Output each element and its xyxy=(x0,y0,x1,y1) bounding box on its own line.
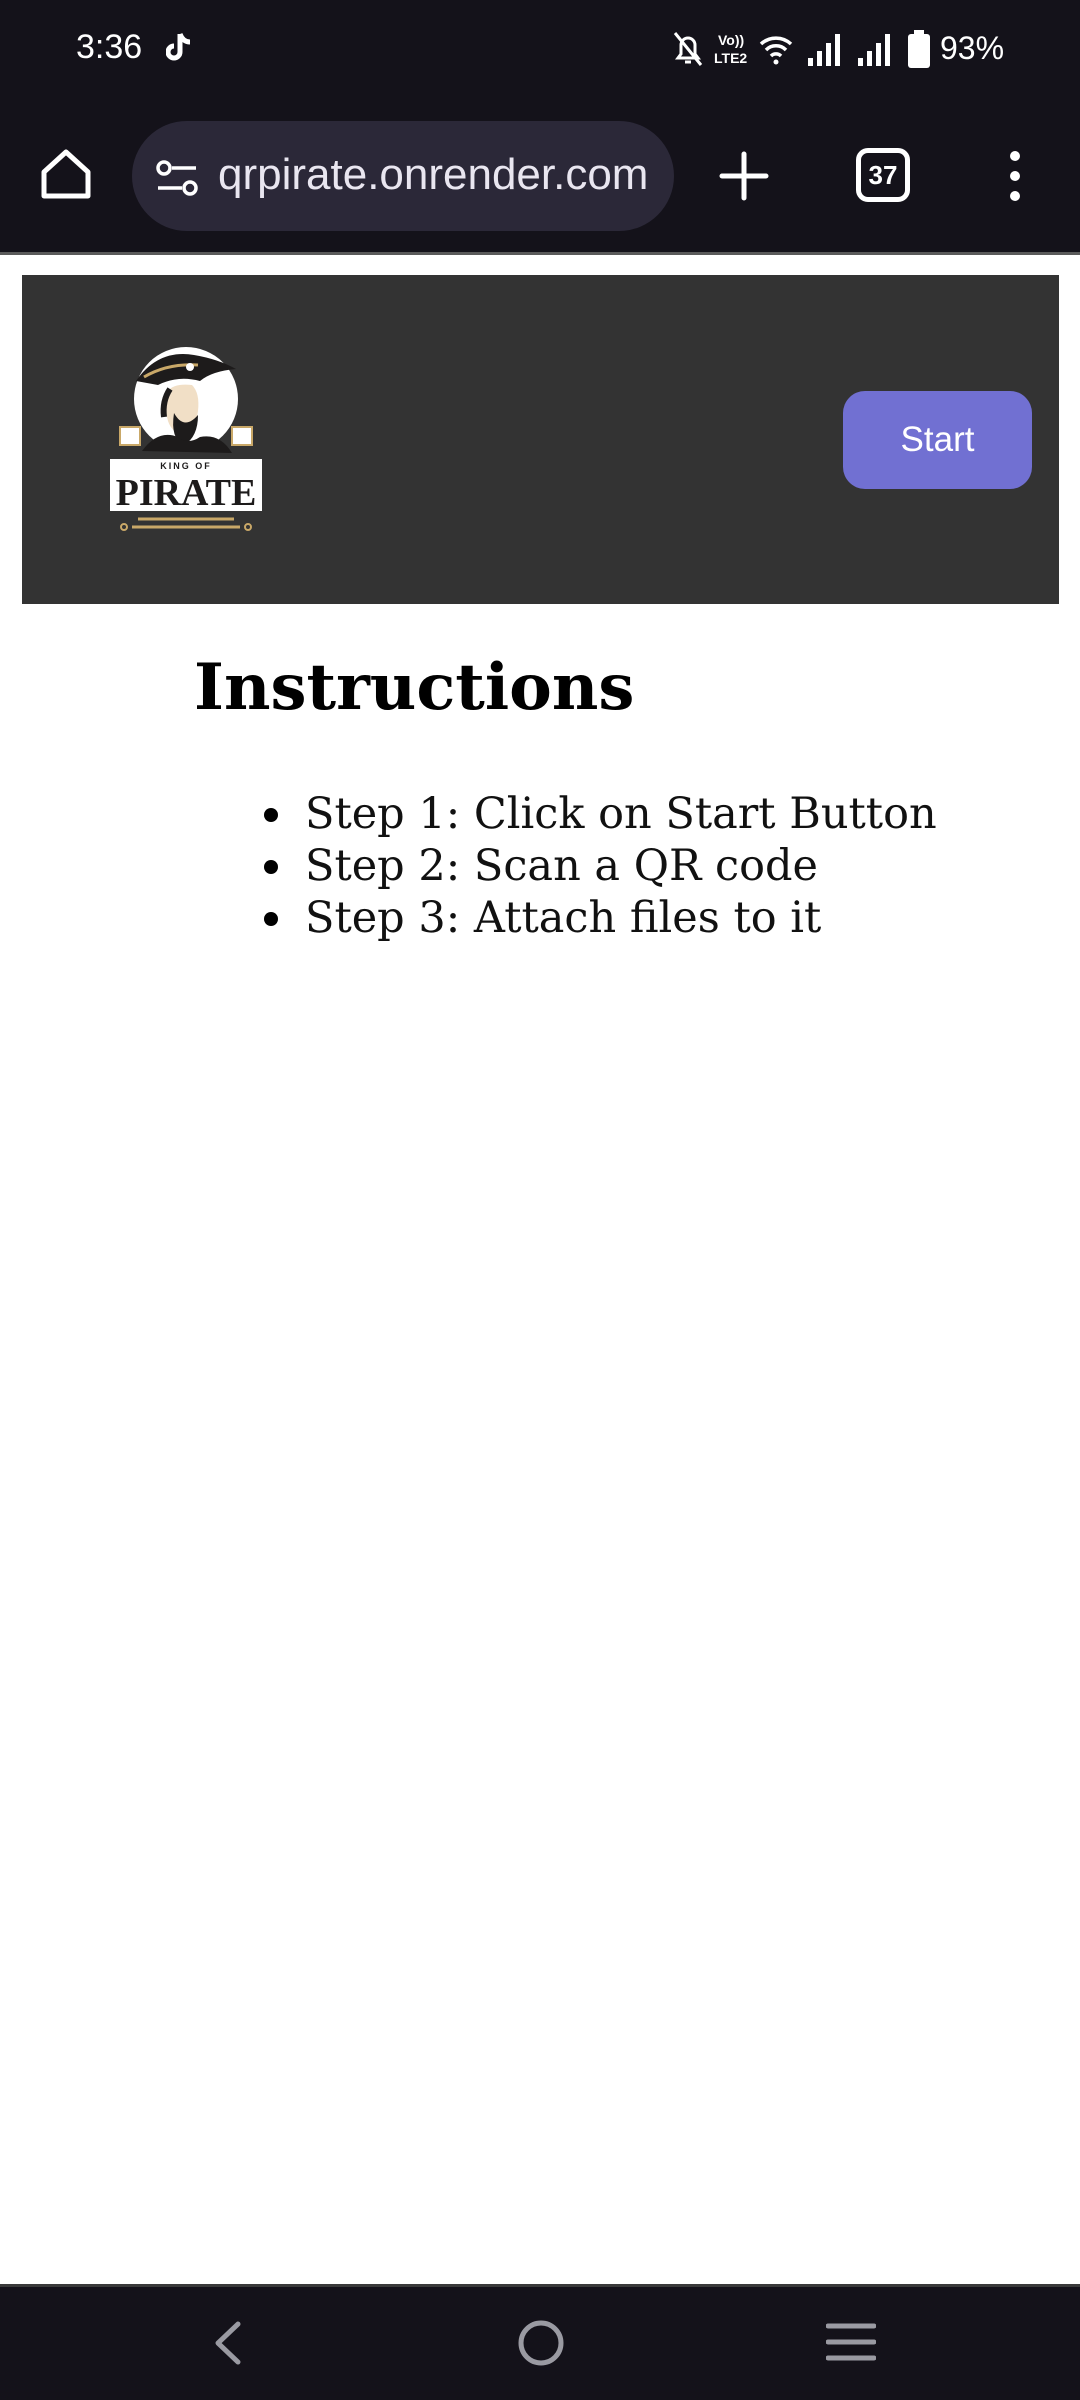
mute-bell-icon xyxy=(673,32,703,66)
step-text: Step 1: Click on Start Button xyxy=(305,789,937,839)
home-icon[interactable] xyxy=(36,144,96,204)
svg-text:LTE2: LTE2 xyxy=(714,50,747,66)
circle-home-icon[interactable] xyxy=(516,2318,566,2368)
instructions-heading: Instructions xyxy=(194,650,635,725)
pirate-logo[interactable]: KING OF PIRATE xyxy=(108,341,264,539)
battery-percent: 93% xyxy=(940,30,1005,66)
status-bar: 3:36 Vo)) LTE2 93% xyxy=(0,0,1080,100)
svg-text:KING OF: KING OF xyxy=(160,461,212,471)
recents-icon[interactable] xyxy=(826,2320,876,2364)
status-time: 3:36 xyxy=(76,28,143,66)
tiktok-icon xyxy=(166,33,191,61)
start-button[interactable]: Start xyxy=(843,391,1032,489)
battery-icon xyxy=(908,30,930,68)
toolbar-divider xyxy=(0,252,1080,255)
step-text: Step 3: Attach files to it xyxy=(305,893,822,943)
bullet-icon xyxy=(264,808,278,822)
tune-icon[interactable] xyxy=(154,158,200,198)
step-text: Step 2: Scan a QR code xyxy=(305,841,818,891)
plus-icon[interactable] xyxy=(716,148,772,204)
chevron-left-icon[interactable] xyxy=(208,2318,248,2368)
volte-icon: Vo)) LTE2 xyxy=(714,32,747,66)
list-item: Step 1: Click on Start Button xyxy=(264,788,937,840)
list-item: Step 2: Scan a QR code xyxy=(264,840,937,892)
bullet-icon xyxy=(264,912,278,926)
url-text[interactable]: qrpirate.onrender.com xyxy=(218,150,648,200)
list-item: Step 3: Attach files to it xyxy=(264,892,937,944)
svg-text:PIRATE: PIRATE xyxy=(116,472,257,514)
bullet-icon xyxy=(264,860,278,874)
wifi-icon xyxy=(759,36,793,65)
steps-list: Step 1: Click on Start Button Step 2: Sc… xyxy=(264,788,937,944)
svg-text:Vo)): Vo)) xyxy=(718,32,744,48)
tab-switcher-button[interactable]: 37 xyxy=(856,148,910,202)
more-vertical-icon[interactable] xyxy=(1000,148,1030,204)
signal-icon-1 xyxy=(808,34,840,66)
signal-icon-2 xyxy=(858,34,890,66)
